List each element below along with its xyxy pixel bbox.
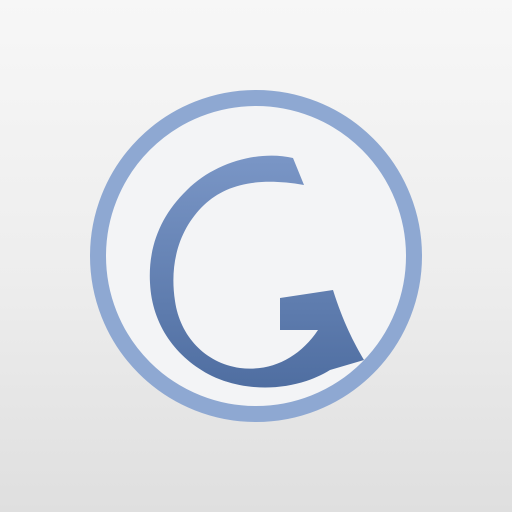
app-icon-canvas: [0, 0, 512, 512]
g-logo-icon: [90, 90, 422, 422]
logo-ring: [90, 90, 422, 422]
